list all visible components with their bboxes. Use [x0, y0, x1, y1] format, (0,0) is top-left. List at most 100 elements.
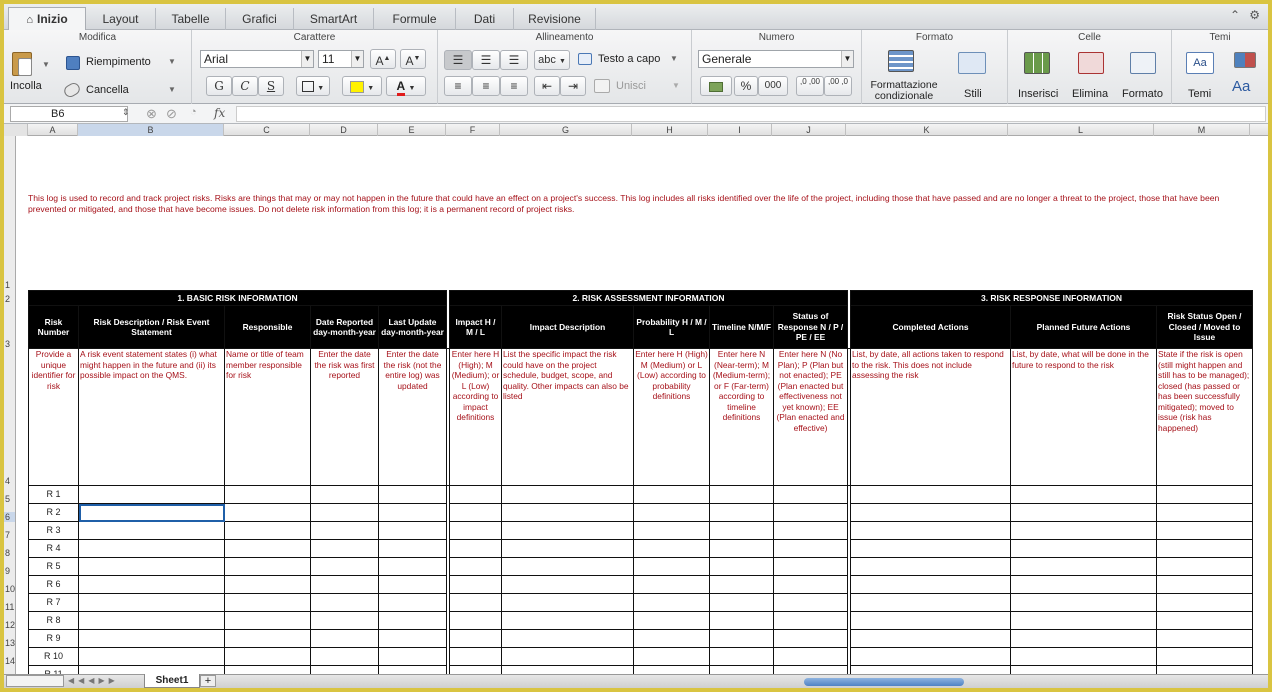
cell[interactable]: [709, 611, 774, 630]
selected-cell-b6[interactable]: [78, 503, 225, 522]
cell[interactable]: [501, 539, 634, 558]
cell[interactable]: [633, 665, 710, 674]
increase-decimal-button[interactable]: ,0 ,00: [796, 76, 824, 96]
cell[interactable]: [633, 539, 710, 558]
cell[interactable]: [378, 629, 447, 648]
risk-number-cell[interactable]: R 3: [28, 521, 79, 540]
row-header[interactable]: 8: [4, 548, 15, 558]
cell[interactable]: [1156, 557, 1253, 576]
clear-button[interactable]: Cancella ▼: [56, 80, 186, 100]
tab-grafici[interactable]: Grafici: [226, 8, 294, 30]
cell[interactable]: [78, 611, 225, 630]
desc-last-update[interactable]: Enter the date the risk (not the entire …: [378, 348, 447, 486]
cell[interactable]: [501, 575, 634, 594]
themes-button[interactable]: Aa Temi: [1176, 48, 1226, 102]
cell[interactable]: [709, 485, 774, 504]
cell[interactable]: [1010, 503, 1157, 522]
cell[interactable]: [378, 593, 447, 612]
cell[interactable]: [449, 557, 502, 576]
cell[interactable]: [310, 611, 379, 630]
cell[interactable]: [224, 665, 311, 674]
header-probability[interactable]: Probability H / M / L: [633, 305, 710, 349]
cell[interactable]: [633, 575, 710, 594]
sheet-nav-arrows-icon[interactable]: ◀◀◀▶▶: [68, 676, 119, 685]
cell[interactable]: [1156, 647, 1253, 666]
cell[interactable]: [78, 647, 225, 666]
cell[interactable]: [310, 485, 379, 504]
cell[interactable]: [501, 647, 634, 666]
align-center-button[interactable]: ≡: [472, 76, 500, 96]
header-planned-actions[interactable]: Planned Future Actions: [1010, 305, 1157, 349]
borders-button[interactable]: ▼: [296, 76, 330, 96]
cell[interactable]: [224, 575, 311, 594]
column-header[interactable]: C: [224, 124, 310, 136]
tab-tabelle[interactable]: Tabelle: [156, 8, 226, 30]
cell[interactable]: [501, 593, 634, 612]
cell[interactable]: [378, 503, 447, 522]
align-right-button[interactable]: ≡: [500, 76, 528, 96]
function-icon[interactable]: ◔: [190, 106, 197, 118]
risk-number-cell[interactable]: R 7: [28, 593, 79, 612]
cell[interactable]: [224, 539, 311, 558]
cell[interactable]: [501, 629, 634, 648]
cell[interactable]: [449, 629, 502, 648]
tab-dati[interactable]: Dati: [456, 8, 514, 30]
paste-dropdown-icon[interactable]: ▼: [42, 60, 50, 69]
cell[interactable]: [78, 665, 225, 674]
risk-number-cell[interactable]: R 2: [28, 503, 79, 522]
row-header[interactable]: 2: [4, 294, 15, 304]
fill-button[interactable]: Riempimento ▼: [56, 54, 186, 72]
align-middle-button[interactable]: ☰: [472, 50, 500, 70]
cell[interactable]: [773, 593, 848, 612]
header-risk-description[interactable]: Risk Description / Risk Event Statement: [78, 305, 225, 349]
desc-risk-status[interactable]: State if the risk is open (still might h…: [1156, 348, 1253, 486]
increase-indent-button[interactable]: ⇥: [560, 76, 586, 96]
cell[interactable]: [449, 647, 502, 666]
risk-number-cell[interactable]: R 4: [28, 539, 79, 558]
row-header[interactable]: 13: [4, 638, 15, 648]
cell[interactable]: [310, 503, 379, 522]
row-header[interactable]: 3: [4, 339, 15, 349]
cell[interactable]: [709, 575, 774, 594]
ribbon-settings-icon[interactable]: ⚙: [1249, 8, 1260, 22]
desc-risk-number[interactable]: Provide a unique identifier for risk: [28, 348, 79, 486]
cell[interactable]: [310, 557, 379, 576]
column-header[interactable]: J: [772, 124, 846, 136]
fill-color-button[interactable]: ▼: [342, 76, 382, 96]
cell[interactable]: [310, 665, 379, 674]
risk-number-cell[interactable]: R 6: [28, 575, 79, 594]
header-date-reported[interactable]: Date Reported day-month-year: [310, 305, 379, 349]
cell[interactable]: [850, 503, 1011, 522]
cell[interactable]: [1010, 485, 1157, 504]
header-last-update[interactable]: Last Update day-month-year: [378, 305, 447, 349]
cell[interactable]: [449, 575, 502, 594]
tab-formule[interactable]: Formule: [374, 8, 456, 30]
decrease-decimal-button[interactable]: ,00 ,0: [824, 76, 852, 96]
format-cells-button[interactable]: Formato: [1118, 48, 1170, 102]
row-header[interactable]: 5: [4, 494, 15, 504]
column-header[interactable]: M: [1154, 124, 1250, 136]
column-header[interactable]: D: [310, 124, 378, 136]
cell[interactable]: [709, 593, 774, 612]
desc-responsible[interactable]: Name or title of team member responsible…: [224, 348, 311, 486]
percent-button[interactable]: %: [734, 76, 758, 96]
risk-number-cell[interactable]: R 9: [28, 629, 79, 648]
cell[interactable]: [224, 593, 311, 612]
fx-icon[interactable]: fx: [214, 106, 225, 120]
risk-number-cell[interactable]: R 10: [28, 647, 79, 666]
cell[interactable]: [78, 629, 225, 648]
cell[interactable]: [633, 503, 710, 522]
cell[interactable]: [1010, 521, 1157, 540]
cell[interactable]: [850, 575, 1011, 594]
risk-number-cell[interactable]: R 5: [28, 557, 79, 576]
cell[interactable]: [709, 521, 774, 540]
cell[interactable]: [224, 611, 311, 630]
cell[interactable]: [1156, 629, 1253, 648]
decrease-font-button[interactable]: A▼: [400, 49, 426, 69]
cell[interactable]: [709, 629, 774, 648]
cell[interactable]: [310, 539, 379, 558]
currency-button[interactable]: [700, 76, 732, 96]
desc-risk-description[interactable]: A risk event statement states (i) what m…: [78, 348, 225, 486]
bold-button[interactable]: G: [206, 76, 232, 96]
cell[interactable]: [773, 647, 848, 666]
